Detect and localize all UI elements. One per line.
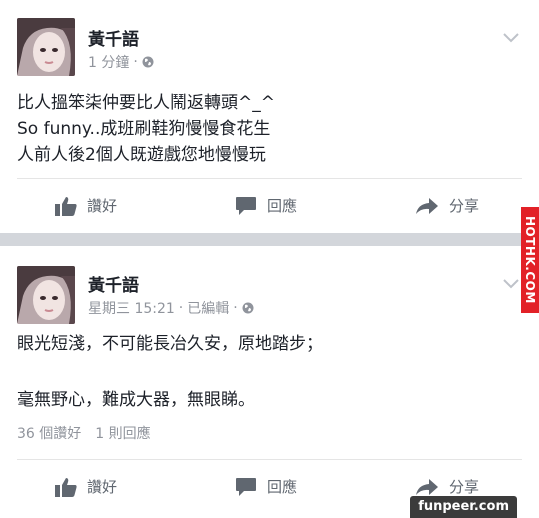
post-card: 黃千語 星期三 15:21 · 已編輯 · 眼光短淺，不可能長冶久安，原地踏步；… [0,246,539,518]
comment-button[interactable]: 回應 [235,195,297,216]
share-arrow-icon [416,197,438,214]
chevron-down-icon[interactable] [501,276,521,290]
avatar[interactable] [17,266,75,324]
post-line: So funny..成班刷鞋狗慢慢食花生 [17,119,271,139]
post-text: 比人搵笨柒仲要比人鬧返轉頭^_^ So funny..成班刷鞋狗慢慢食花生 人前… [17,90,275,168]
globe-icon[interactable] [142,56,154,68]
avatar[interactable] [17,18,75,76]
post-card: 黃千語 1 分鐘 · 比人搵笨柒仲要比人鬧返轉頭^_^ So funny..成班… [0,0,539,233]
comment-label: 回應 [267,197,298,215]
divider [17,178,522,179]
like-button[interactable]: 讚好 [55,195,117,216]
share-arrow-icon [416,478,438,495]
post-time[interactable]: 1 分鐘 [88,52,129,72]
avatar-image [17,18,75,76]
likes-count[interactable]: 36 個讚好 [17,423,81,443]
meta-dot: · [178,300,184,316]
like-button[interactable]: 讚好 [55,476,117,497]
like-label: 讚好 [87,197,118,215]
post-line: 眼光短淺，不可能長冶久安，原地踏步； [17,334,323,354]
post-meta: 1 分鐘 · [88,52,154,72]
share-label: 分享 [449,478,480,496]
author-name[interactable]: 黃千語 [88,25,139,50]
globe-icon[interactable] [242,302,254,314]
comment-label: 回應 [267,478,298,496]
comment-button[interactable]: 回應 [235,476,297,497]
like-label: 讚好 [87,478,118,496]
post-time[interactable]: 星期三 15:21 [88,298,175,318]
edited-label[interactable]: 已編輯 [187,298,229,318]
avatar-image [17,266,75,324]
source-badge: HOTHK.COM [521,207,539,313]
meta-dot: · [233,300,238,316]
share-label: 分享 [449,197,480,215]
share-button[interactable]: 分享 [415,476,479,497]
post-stats: 36 個讚好 1 則回應 [17,423,151,443]
source-badge-text: HOTHK.COM [523,216,537,304]
post-meta: 星期三 15:21 · 已編輯 · [88,298,254,318]
post-line: 毫無野心，難成大器，無眼睇。 [17,390,255,410]
facebook-feed: 黃千語 1 分鐘 · 比人搵笨柒仲要比人鬧返轉頭^_^ So funny..成班… [0,0,539,518]
meta-dot: · [133,54,138,70]
watermark: funpeer.com [410,496,517,518]
thumbs-up-icon [55,196,77,216]
post-line: 比人搵笨柒仲要比人鬧返轉頭^_^ [17,93,275,113]
post-text: 眼光短淺，不可能長冶久安，原地踏步； 毫無野心，難成大器，無眼睇。 [17,330,323,414]
feed-separator [0,233,539,246]
comment-icon [236,196,256,215]
chevron-down-icon[interactable] [501,30,521,44]
comment-icon [236,477,256,496]
comments-count[interactable]: 1 則回應 [95,423,150,443]
divider [17,459,522,460]
thumbs-up-icon [55,477,77,497]
share-button[interactable]: 分享 [415,195,479,216]
post-line: 人前人後2個人既遊戲您地慢慢玩 [17,145,266,165]
author-name[interactable]: 黃千語 [88,271,139,296]
